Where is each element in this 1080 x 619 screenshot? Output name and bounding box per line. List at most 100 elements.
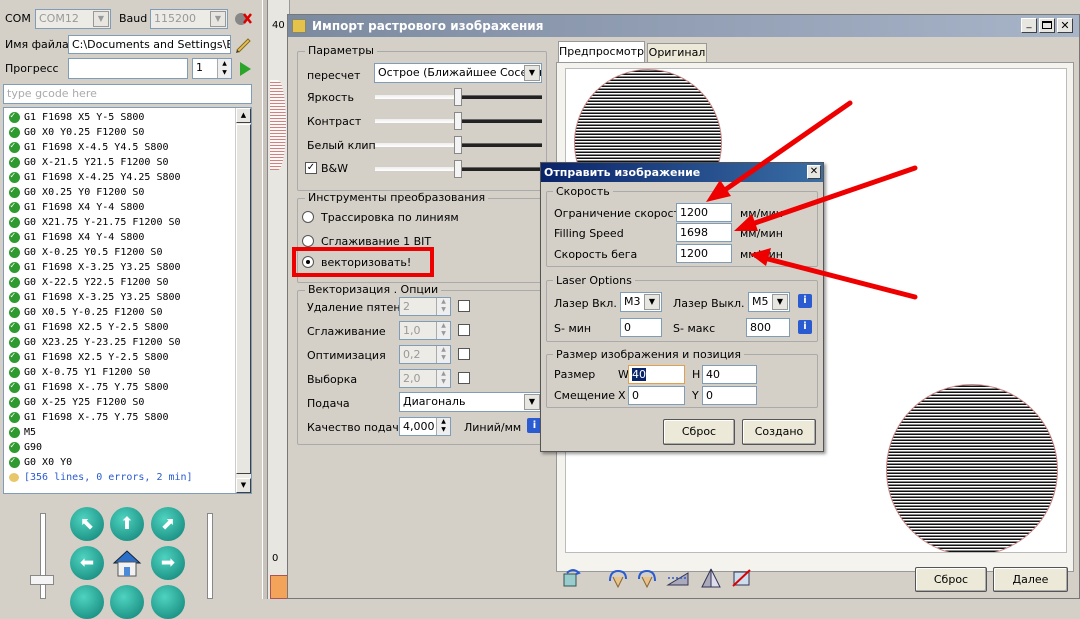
fill-speed-input[interactable]: 1698 bbox=[676, 223, 732, 242]
rotate-right-icon[interactable] bbox=[635, 567, 659, 589]
z-slider-right[interactable] bbox=[207, 513, 213, 599]
gcode-line[interactable]: G0 X0.5 Y-0.25 F1200 S0 bbox=[4, 304, 235, 320]
tab-preview[interactable]: Предпросмотр bbox=[558, 41, 645, 63]
gcode-line[interactable]: M5 bbox=[4, 424, 235, 440]
file-path-field[interactable]: C:\Documents and Settings\EA\ bbox=[68, 35, 231, 54]
jog-right-button[interactable]: ➡ bbox=[151, 546, 185, 580]
optim-checkbox[interactable] bbox=[458, 348, 470, 360]
open-file-icon[interactable] bbox=[234, 35, 252, 53]
send-dialog-title: Отправить изображение bbox=[544, 166, 701, 179]
gcode-line[interactable]: G0 X23.25 Y-23.25 F1200 S0 bbox=[4, 334, 235, 350]
contrast-thumb[interactable] bbox=[454, 112, 462, 130]
dither-radio[interactable] bbox=[302, 235, 314, 247]
smax-input[interactable]: 800 bbox=[746, 318, 790, 337]
white-clip-thumb[interactable] bbox=[454, 136, 462, 154]
gcode-line[interactable]: G90 bbox=[4, 439, 235, 455]
gcode-list[interactable]: G1 F1698 X5 Y-5 S800 G0 X0 Y0.25 F1200 S0… bbox=[3, 107, 252, 494]
laser-on-select[interactable]: M3 ▼ bbox=[620, 292, 662, 312]
com-select[interactable]: COM12 ▼ bbox=[35, 9, 111, 29]
gcode-line[interactable]: G0 X0 Y0 bbox=[4, 454, 235, 470]
gcode-line[interactable]: G1 F1698 X-4.5 Y4.5 S800 bbox=[4, 139, 235, 155]
gcode-line[interactable]: G0 X-21.5 Y21.5 F1200 S0 bbox=[4, 154, 235, 170]
gcode-line[interactable]: G0 X-25 Y25 F1200 S0 bbox=[4, 394, 235, 410]
sample-checkbox[interactable] bbox=[458, 372, 470, 384]
optim-stepper[interactable]: 0,2 ▲ ▼ bbox=[399, 345, 451, 364]
resample-select[interactable]: Острое (Ближайшее Соседнее) ▼ bbox=[374, 63, 542, 83]
scroll-up-button[interactable]: ▲ bbox=[236, 108, 251, 123]
dialog-close-button[interactable]: ✕ bbox=[807, 165, 821, 179]
gcode-line[interactable]: G1 F1698 X-.75 Y.75 S800 bbox=[4, 379, 235, 395]
travel-speed-input[interactable]: 1200 bbox=[676, 244, 732, 263]
maximize-button[interactable] bbox=[1039, 18, 1055, 33]
jog-left-button[interactable]: ⬅ bbox=[70, 546, 104, 580]
scroll-thumb[interactable] bbox=[236, 124, 251, 474]
smooth-checkbox[interactable] bbox=[458, 324, 470, 336]
bw-thumb[interactable] bbox=[454, 160, 462, 178]
offset-x-input[interactable]: 0 bbox=[628, 386, 685, 405]
width-input[interactable]: 40 bbox=[628, 365, 685, 384]
send-dialog-titlebar[interactable]: Отправить изображение ✕ bbox=[541, 163, 823, 182]
smin-input[interactable]: 0 bbox=[620, 318, 662, 337]
gcode-line[interactable]: G0 X-0.25 Y0.5 F1200 S0 bbox=[4, 244, 235, 260]
next-button[interactable]: Далее bbox=[993, 567, 1068, 592]
flip-vertical-icon[interactable] bbox=[699, 567, 723, 589]
import-reset-button[interactable]: Сброс bbox=[915, 567, 987, 592]
gcode-line[interactable]: G1 F1698 X2.5 Y-2.5 S800 bbox=[4, 319, 235, 335]
rotate-left-icon[interactable] bbox=[606, 567, 630, 589]
dialog-reset-button[interactable]: Сброс bbox=[663, 419, 735, 445]
sample-stepper[interactable]: 2,0 ▲ ▼ bbox=[399, 369, 451, 388]
gcode-line[interactable]: G1 F1698 X2.5 Y-2.5 S800 bbox=[4, 349, 235, 365]
gcode-input[interactable]: type gcode here bbox=[3, 84, 252, 104]
gcode-line[interactable]: G1 F1698 X5 Y-5 S800 bbox=[4, 109, 235, 125]
minimize-button[interactable]: _ bbox=[1021, 18, 1037, 33]
brightness-thumb[interactable] bbox=[454, 88, 462, 106]
gcode-line[interactable]: G1 F1698 X-.75 Y.75 S800 bbox=[4, 409, 235, 425]
jog-up-button[interactable]: ⬆ bbox=[110, 507, 144, 541]
home-icon[interactable] bbox=[110, 546, 144, 580]
smax-info-icon[interactable]: i bbox=[798, 320, 812, 334]
repeat-count-stepper[interactable]: 1 ▲ ▼ bbox=[192, 58, 232, 79]
laser-info-icon[interactable]: i bbox=[798, 294, 812, 308]
speed-limit-input[interactable]: 1200 bbox=[676, 203, 732, 222]
baud-select[interactable]: 115200 ▼ bbox=[150, 9, 228, 29]
gcode-line[interactable]: G0 X-0.75 Y1 F1200 S0 bbox=[4, 364, 235, 380]
import-window-titlebar[interactable]: Импорт растрового изображения _ ✕ bbox=[288, 15, 1079, 37]
laser-off-select[interactable]: M5 ▼ bbox=[748, 292, 790, 312]
rotate-icon[interactable] bbox=[561, 567, 583, 589]
jog-up-right-button[interactable]: ⬈ bbox=[151, 507, 185, 541]
jog-up-left-button[interactable]: ⬉ bbox=[70, 507, 104, 541]
trace-radio[interactable] bbox=[302, 211, 314, 223]
height-input[interactable]: 40 bbox=[702, 365, 757, 384]
gcode-line[interactable]: G1 F1698 X4 Y-4 S800 bbox=[4, 199, 235, 215]
gcode-line[interactable]: G0 X21.75 Y-21.75 F1200 S0 bbox=[4, 214, 235, 230]
play-icon[interactable] bbox=[237, 60, 253, 78]
gcode-line[interactable]: G0 X0 Y0.25 F1200 S0 bbox=[4, 124, 235, 140]
tab-original[interactable]: Оригинал bbox=[647, 43, 707, 63]
gcode-line[interactable]: G0 X-22.5 Y22.5 F1200 S0 bbox=[4, 274, 235, 290]
crop-icon[interactable] bbox=[730, 567, 754, 589]
white-clip-label: Белый клип bbox=[307, 139, 376, 152]
spot-checkbox[interactable] bbox=[458, 300, 470, 312]
spot-stepper[interactable]: 2 ▲ ▼ bbox=[399, 297, 451, 316]
jog-down-left-button[interactable] bbox=[70, 585, 104, 619]
create-button[interactable]: Создано bbox=[742, 419, 816, 445]
smooth-stepper[interactable]: 1,0 ▲ ▼ bbox=[399, 321, 451, 340]
scroll-down-button[interactable]: ▼ bbox=[236, 478, 251, 493]
bw-checkbox[interactable]: ✓ bbox=[305, 162, 317, 174]
close-button[interactable]: ✕ bbox=[1057, 18, 1073, 33]
gcode-scrollbar[interactable]: ▲ ▼ bbox=[235, 108, 251, 493]
gcode-line[interactable]: G1 F1698 X-3.25 Y3.25 S800 bbox=[4, 289, 235, 305]
jog-down-right-button[interactable] bbox=[151, 585, 185, 619]
disconnect-icon[interactable] bbox=[234, 10, 252, 28]
flip-horizontal-icon[interactable] bbox=[666, 567, 690, 589]
gcode-line[interactable]: G1 F1698 X-3.25 Y3.25 S800 bbox=[4, 259, 235, 275]
gcode-line[interactable]: G0 X0.25 Y0 F1200 S0 bbox=[4, 184, 235, 200]
z-slider-left[interactable] bbox=[40, 513, 46, 599]
gcode-line[interactable]: G1 F1698 X-4.25 Y4.25 S800 bbox=[4, 169, 235, 185]
offset-y-input[interactable]: 0 bbox=[702, 386, 757, 405]
gcode-line[interactable]: G1 F1698 X4 Y-4 S800 bbox=[4, 229, 235, 245]
quality-stepper[interactable]: 4,000 ▲ ▼ bbox=[399, 417, 451, 436]
z-slider-left-thumb[interactable] bbox=[30, 575, 54, 585]
jog-down-button[interactable] bbox=[110, 585, 144, 619]
feed-select[interactable]: Диагональ ▼ bbox=[399, 392, 542, 412]
